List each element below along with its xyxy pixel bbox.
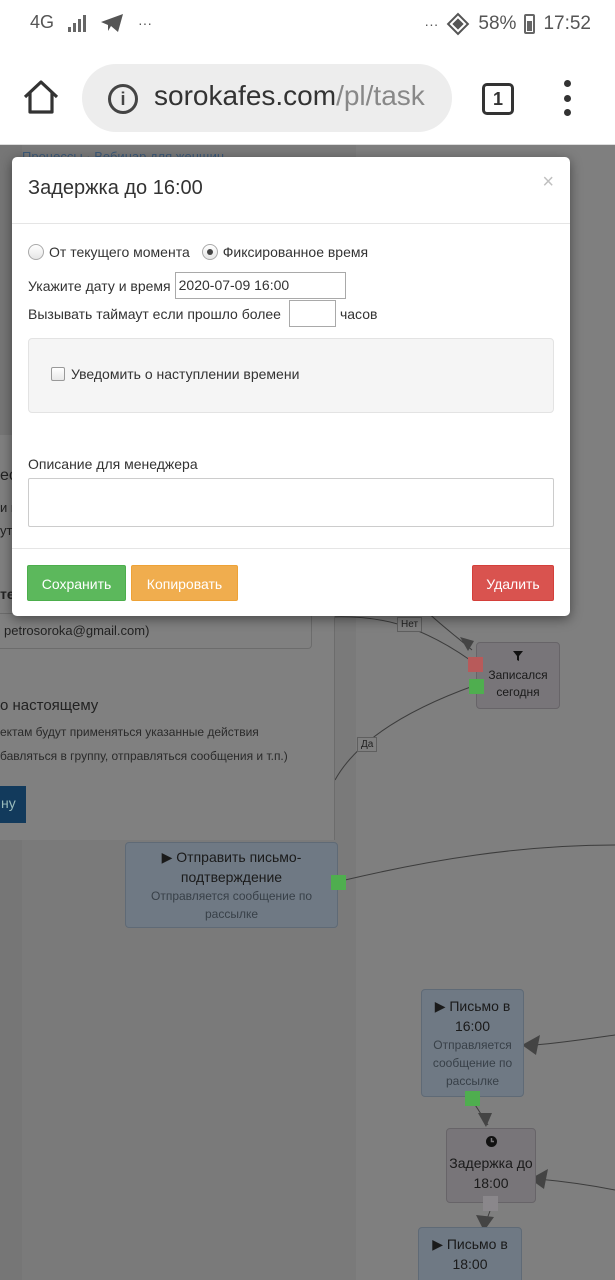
radio-fixed-time-label[interactable]: Фиксированное время [223, 244, 368, 260]
clock-icon [485, 1136, 497, 1147]
timeout-label: Вызывать таймаут если прошло более [28, 305, 281, 322]
node-condition[interactable]: Записался сегодня [476, 642, 560, 709]
notify-panel: Уведомить о наступлении времени [28, 338, 554, 413]
edge-label-no: Нет [397, 617, 423, 632]
info-icon[interactable]: i [108, 84, 138, 114]
panel-heading: о настоящему [0, 697, 99, 714]
clock: 17:52 [543, 13, 591, 34]
panel-text-2: бавляться в группу, отправляться сообщен… [0, 749, 288, 763]
datetime-input[interactable]: 2020-07-09 16:00 [174, 272, 346, 299]
timeout-hours-input[interactable] [288, 300, 336, 327]
port-out[interactable] [331, 875, 346, 890]
radio-from-now[interactable] [28, 244, 44, 260]
port-yes[interactable] [469, 679, 484, 694]
description-textarea[interactable] [28, 478, 554, 527]
delete-button[interactable]: Удалить [472, 565, 554, 601]
node-letter-1800[interactable]: ▶ Письмо в 18:00 [418, 1227, 522, 1280]
modal-footer: Сохранить Копировать Удалить [12, 548, 570, 616]
telegram-icon [101, 13, 124, 32]
timeout-unit: часов [339, 305, 378, 322]
radio-from-now-label[interactable]: От текущего момента [49, 244, 190, 260]
notify-checkbox[interactable] [51, 367, 65, 381]
close-icon[interactable]: × [542, 171, 554, 194]
more-status-icons: ··· [424, 16, 439, 32]
modal-header: Задержка до 16:00 × [12, 157, 570, 224]
notify-label[interactable]: Уведомить о наступлении времени [71, 366, 299, 382]
delay-modal: Задержка до 16:00 × От текущего момента … [12, 157, 570, 616]
description-label: Описание для менеджера [28, 456, 198, 472]
status-bar: 4G ··· ··· 58% 17:52 [0, 0, 615, 52]
radio-fixed-time[interactable] [201, 244, 218, 260]
edge-label-yes: Да [357, 737, 378, 752]
rotation-icon [447, 12, 470, 36]
modal-title: Задержка до 16:00 [28, 177, 203, 199]
url-text[interactable]: sorokafes.com/pl/task [154, 80, 425, 112]
tab-switcher-button[interactable]: 1 [482, 83, 514, 115]
node-delay-1800[interactable]: Задержка до 18:00 [446, 1128, 536, 1203]
more-notifications: ··· [138, 14, 153, 31]
battery-percent: 58% [478, 13, 517, 34]
node-letter-1600[interactable]: ▶ Письмо в 16:00 Отправляется сообщение … [421, 989, 524, 1097]
panel-text-1: ектам будут применяться указанные действ… [0, 725, 259, 739]
copy-button[interactable]: Копировать [131, 565, 238, 601]
port-delay-out[interactable] [483, 1196, 498, 1211]
network-type: 4G [30, 12, 55, 32]
port-no[interactable] [468, 657, 483, 672]
node-send-confirmation[interactable]: ▶ Отправить письмо-подтверждение Отправл… [125, 842, 338, 928]
signal-icon [68, 14, 87, 32]
overflow-menu-icon[interactable] [556, 80, 578, 116]
date-label: Укажите дату и время [28, 277, 171, 294]
save-button[interactable]: Сохранить [27, 565, 126, 601]
panel-button[interactable]: ну [0, 786, 26, 823]
email-field[interactable]: petrosoroka@gmail.com) [0, 613, 312, 649]
home-icon[interactable] [22, 78, 60, 116]
address-bar[interactable]: i sorokafes.com/pl/task [82, 64, 452, 132]
browser-toolbar: i sorokafes.com/pl/task 1 [0, 52, 615, 145]
filter-icon [513, 651, 523, 661]
port-letter-out[interactable] [465, 1091, 480, 1106]
battery-icon [524, 14, 536, 34]
